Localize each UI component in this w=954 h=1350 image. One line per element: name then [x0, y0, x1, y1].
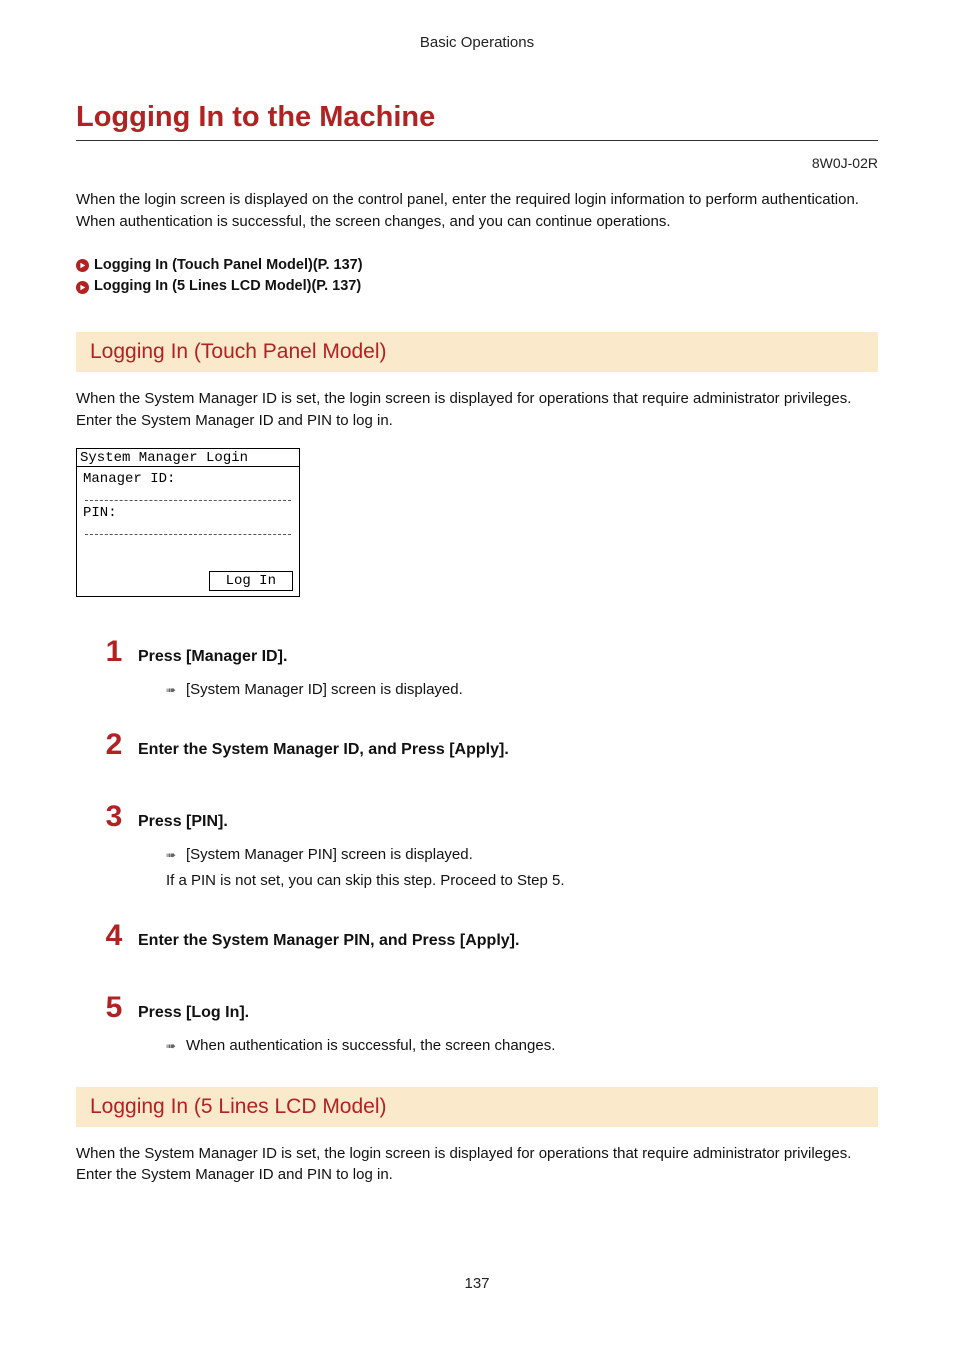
section-heading-5-lines-lcd: Logging In (5 Lines LCD Model): [76, 1087, 878, 1127]
step-title: Press [PIN].: [138, 813, 228, 831]
section-heading-touch-panel: Logging In (Touch Panel Model): [76, 332, 878, 372]
section-heading-text: Logging In (Touch Panel Model): [90, 340, 387, 363]
screen-input-line: [85, 523, 291, 535]
step: 2 Enter the System Manager ID, and Press…: [104, 730, 878, 760]
step: 5 Press [Log In].: [104, 993, 878, 1023]
play-icon: [76, 281, 89, 294]
section-intro: When the System Manager ID is set, the l…: [76, 1143, 878, 1187]
step-body: ➠When authentication is successful, the …: [104, 1033, 878, 1059]
step-number: 5: [104, 993, 124, 1023]
toc-link-5-lines-lcd[interactable]: Logging In (5 Lines LCD Model)(P. 137): [76, 276, 878, 298]
section-intro: When the System Manager ID is set, the l…: [76, 388, 878, 432]
step-body: ➠[System Manager ID] screen is displayed…: [104, 677, 878, 703]
step-body-text: [System Manager PIN] screen is displayed…: [186, 846, 473, 863]
step-title: Press [Log In].: [138, 1004, 249, 1022]
step: 4 Enter the System Manager PIN, and Pres…: [104, 921, 878, 951]
screen-row-manager-id: Manager ID:: [83, 471, 293, 487]
toc-links: Logging In (Touch Panel Model)(P. 137) L…: [76, 255, 878, 299]
steps-list: 1 Press [Manager ID]. ➠[System Manager I…: [76, 637, 878, 1059]
section-heading-text: Logging In (5 Lines LCD Model): [90, 1095, 387, 1118]
result-arrow-icon: ➠: [166, 1036, 184, 1056]
step-title: Enter the System Manager ID, and Press […: [138, 741, 509, 759]
play-icon: [76, 259, 89, 272]
step-number: 2: [104, 730, 124, 760]
step-body-text: If a PIN is not set, you can skip this s…: [166, 872, 565, 889]
toc-link-label: Logging In (5 Lines LCD Model)(P. 137): [94, 276, 361, 298]
document-code: 8W0J-02R: [76, 155, 878, 171]
page-number: 137: [0, 1275, 954, 1292]
step-body-text: [System Manager ID] screen is displayed.: [186, 681, 463, 698]
page-title: Logging In to the Machine: [76, 101, 878, 134]
step: 1 Press [Manager ID].: [104, 637, 878, 667]
breadcrumb: Basic Operations: [76, 34, 878, 51]
step: 3 Press [PIN].: [104, 802, 878, 832]
screen-input-line: [85, 489, 291, 501]
toc-link-touch-panel[interactable]: Logging In (Touch Panel Model)(P. 137): [76, 255, 878, 277]
step-number: 3: [104, 802, 124, 832]
step-body: ➠[System Manager PIN] screen is displaye…: [104, 842, 878, 893]
result-arrow-icon: ➠: [166, 680, 184, 700]
login-screen-mock: System Manager Login Manager ID: PIN: Lo…: [76, 448, 300, 597]
step-title: Enter the System Manager PIN, and Press …: [138, 932, 519, 950]
title-rule: [76, 140, 878, 141]
screen-login-button: Log In: [209, 571, 293, 591]
intro-paragraph: When the login screen is displayed on th…: [76, 189, 878, 233]
step-number: 4: [104, 921, 124, 951]
screen-row-pin: PIN:: [83, 505, 293, 521]
toc-link-label: Logging In (Touch Panel Model)(P. 137): [94, 255, 363, 277]
result-arrow-icon: ➠: [166, 845, 184, 865]
step-number: 1: [104, 637, 124, 667]
step-body-text: When authentication is successful, the s…: [186, 1037, 555, 1054]
screen-title: System Manager Login: [77, 449, 299, 467]
step-title: Press [Manager ID].: [138, 648, 287, 666]
